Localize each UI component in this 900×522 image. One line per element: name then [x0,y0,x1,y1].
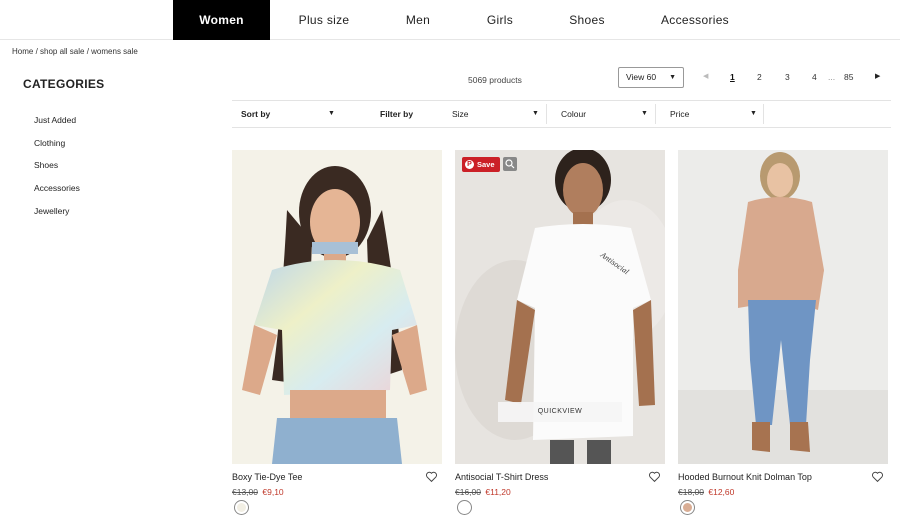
save-label: Save [477,160,495,169]
wishlist-heart-icon[interactable] [648,470,661,483]
view-per-page-select[interactable]: View 60 ▼ [618,67,684,88]
color-swatch[interactable] [234,500,249,515]
price-line: €18,00 €12,60 [678,487,734,497]
sale-price: €12,60 [708,487,735,497]
page-ellipsis: ... [828,72,836,82]
filter-bar: Sort by ▼ Filter by Size ▼ Colour ▼ Pric… [232,100,891,128]
top-nav: Women Plus size Men Girls Shoes Accessor… [0,0,900,40]
product-photo [232,150,442,464]
caret-down-icon: ▼ [532,110,539,117]
filter-by-label: Filter by [380,109,414,119]
swatch-fill [237,503,246,512]
swatch-fill [683,503,692,512]
product-image[interactable] [232,150,442,464]
divider [655,104,656,124]
page-4[interactable]: 4 [812,72,817,82]
nav-men[interactable]: Men [390,0,446,40]
pinterest-save-button[interactable]: P Save [462,157,500,172]
product-count: 5069 products [468,75,522,85]
nav-plus-size[interactable]: Plus size [285,0,363,40]
price-line: €13,00 €9,10 [232,487,284,497]
caret-down-icon: ▼ [669,74,676,81]
original-price: €13,00 [232,487,258,497]
category-just-added[interactable]: Just Added [34,115,76,125]
page-2[interactable]: 2 [757,72,762,82]
sale-price: €11,20 [485,487,511,497]
breadcrumb[interactable]: Home / shop all sale / womens sale [12,47,138,56]
wishlist-heart-icon[interactable] [425,470,438,483]
sale-price: €9,10 [262,487,284,497]
view-select-value: View 60 [626,72,657,82]
category-accessories[interactable]: Accessories [34,183,80,193]
category-jewellery[interactable]: Jewellery [34,206,69,216]
page-3[interactable]: 3 [785,72,790,82]
category-shoes[interactable]: Shoes [34,160,58,170]
product-name[interactable]: Boxy Tie-Dye Tee [232,472,302,482]
visual-search-icon[interactable] [503,157,517,171]
lens-glyph [505,159,515,169]
size-filter-dropdown[interactable]: Size [452,101,469,127]
color-swatch[interactable] [457,500,472,515]
colour-filter-dropdown[interactable]: Colour [561,101,586,127]
wishlist-heart-icon[interactable] [871,470,884,483]
page-85[interactable]: 85 [844,72,853,82]
product-image[interactable] [678,150,888,464]
nav-girls[interactable]: Girls [472,0,528,40]
nav-accessories[interactable]: Accessories [651,0,739,40]
product-name[interactable]: Antisocial T-Shirt Dress [455,472,548,482]
original-price: €18,00 [678,487,704,497]
price-line: €16,00 €11,20 [455,487,511,497]
nav-women[interactable]: Women [173,0,270,40]
sort-by-dropdown[interactable]: Sort by [241,101,270,127]
caret-down-icon: ▼ [328,110,335,117]
caret-down-icon: ▼ [641,110,648,117]
quickview-button[interactable]: QUICKVIEW [498,402,622,422]
color-swatch[interactable] [680,500,695,515]
category-clothing[interactable]: Clothing [34,138,65,148]
page-1[interactable]: 1 [730,72,735,82]
nav-shoes[interactable]: Shoes [558,0,616,40]
price-filter-dropdown[interactable]: Price [670,101,689,127]
product-photo [678,150,888,464]
product-image[interactable]: Antisocial P Save QUICKVIEW [455,150,665,464]
divider [763,104,764,124]
sidebar-title: CATEGORIES [23,77,105,91]
product-name[interactable]: Hooded Burnout Knit Dolman Top [678,472,812,482]
pinterest-icon: P [465,159,474,169]
prev-page-icon[interactable]: ◀ [703,72,708,80]
original-price: €16,00 [455,487,481,497]
next-page-icon[interactable]: ▶ [875,72,880,80]
swatch-fill [460,503,469,512]
divider [546,104,547,124]
caret-down-icon: ▼ [750,110,757,117]
